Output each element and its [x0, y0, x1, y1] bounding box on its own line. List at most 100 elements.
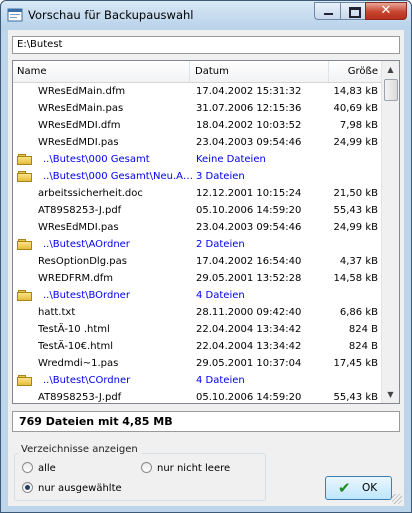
column-header-date[interactable]: Datum — [190, 61, 329, 82]
row-name: hatt.txt — [38, 307, 76, 318]
row-date: 3 Dateien — [196, 171, 245, 182]
radio-label: nur ausgewählte — [38, 483, 122, 494]
row-date: 17.04.2002 15:31:32 — [196, 86, 302, 97]
row-size: 824 B — [348, 324, 378, 335]
row-date: 23.04.2003 09:54:46 — [196, 222, 302, 233]
title-bar[interactable]: Vorschau für Backupauswahl ✕ — [1, 1, 411, 29]
file-row[interactable]: WResEdMDI.pas 23.04.2003 09:54:46 24,99 kB — [13, 219, 382, 236]
folder-row[interactable]: ..\Butest\COrdner 4 Dateien — [13, 372, 382, 389]
row-name: ..\Butest\000 Gesamt — [43, 154, 150, 165]
row-name: ..\Butest\000 Gesamt\Neu.An... — [43, 171, 198, 182]
row-size: 40,69 kB — [333, 103, 378, 114]
vertical-scrollbar[interactable]: ▲ ▼ — [381, 61, 399, 403]
row-name: AT89S8253-J.pdf — [38, 392, 122, 403]
scroll-down-arrow-icon[interactable]: ▼ — [382, 386, 399, 403]
scroll-up-arrow-icon[interactable]: ▲ — [382, 61, 399, 78]
folder-row[interactable]: ..\Butest\AOrdner 2 Dateien — [13, 236, 382, 253]
ok-button-label: OK — [362, 482, 378, 494]
row-date: 22.04.2004 13:34:42 — [196, 324, 302, 335]
row-size: 55,43 kB — [333, 205, 378, 216]
folder-row[interactable]: ..\Butest\000 Gesamt\Neu.An... 3 Dateien — [13, 168, 382, 185]
row-date: 12.12.2001 10:15:24 — [196, 188, 302, 199]
row-date: 2 Dateien — [196, 239, 245, 250]
folder-icon — [17, 239, 33, 250]
file-row[interactable]: Wredmdi~1.pas 29.05.2001 10:37:04 17,45 kB — [13, 355, 382, 372]
scroll-thumb[interactable] — [384, 79, 398, 101]
file-row[interactable]: arbeitssicherheit.doc 12.12.2001 10:15:24… — [13, 185, 382, 202]
radio-dot[interactable] — [22, 462, 33, 473]
row-name: ..\Butest\BOrdner — [43, 290, 130, 301]
file-row[interactable]: ResOptionDlg.pas 17.04.2002 16:54:40 4,37 … — [13, 253, 382, 270]
row-size: 14,58 kB — [333, 273, 378, 284]
row-size: 824 B — [348, 341, 378, 352]
file-row[interactable]: WResEdMDI.pas 23.04.2003 09:54:46 24,99 kB — [13, 134, 382, 151]
file-row[interactable]: AT89S8253-J.pdf 05.10.2006 14:59:20 55,43 … — [13, 389, 382, 403]
row-date: 05.10.2006 14:59:20 — [196, 205, 302, 216]
resize-grip-icon[interactable] — [392, 494, 402, 504]
row-date: 29.05.2001 10:37:04 — [196, 358, 302, 369]
file-row[interactable]: WREDFRM.dfm 29.05.2001 13:52:28 14,58 kB — [13, 270, 382, 287]
filter-group-label: Verzeichnisse anzeigen — [18, 444, 141, 455]
row-date: 17.04.2002 16:54:40 — [196, 256, 302, 267]
row-date: 05.10.2006 14:59:20 — [196, 392, 302, 403]
row-name: Wredmdi~1.pas — [38, 358, 119, 369]
row-name: WResEdMDI.pas — [38, 137, 119, 148]
row-name: ..\Butest\COrdner — [43, 375, 131, 386]
folder-row[interactable]: ..\Butest\BOrdner 4 Dateien — [13, 287, 382, 304]
row-date: 4 Dateien — [196, 375, 245, 386]
file-row[interactable]: TestÄ-10 .html 22.04.2004 13:34:42 824 B — [13, 321, 382, 338]
row-size: 14,83 kB — [333, 86, 378, 97]
window-title: Vorschau für Backupauswahl — [28, 8, 194, 22]
row-size: 24,99 kB — [333, 137, 378, 148]
row-size: 24,99 kB — [333, 222, 378, 233]
row-size: 21,50 kB — [333, 188, 378, 199]
maximize-button[interactable] — [340, 2, 366, 20]
close-icon: ✕ — [380, 3, 392, 18]
column-header-size[interactable]: Größe — [329, 61, 382, 82]
preview-window: Vorschau für Backupauswahl ✕ E:\Butest N… — [0, 0, 412, 513]
file-row[interactable]: TestÄ-10€.html 22.04.2004 13:34:42 824 B — [13, 338, 382, 355]
ok-button[interactable]: ✔ OK — [325, 476, 392, 500]
row-date: Keine Dateien — [196, 154, 266, 165]
checkmark-icon: ✔ — [338, 479, 351, 497]
folder-icon — [17, 171, 33, 182]
radio-dot-selected[interactable] — [22, 482, 33, 493]
file-list[interactable]: Name Datum Größe WResEdMain.dfm 17.04.200… — [12, 60, 400, 404]
file-row[interactable]: WResEdMDI.dfm 18.04.2002 10:03:52 7,98 kB — [13, 117, 382, 134]
dialog-client-area: E:\Butest Name Datum Größe WResEdMain.df… — [8, 30, 404, 506]
list-header: Name Datum Größe — [13, 61, 382, 83]
row-date: 28.11.2000 09:42:40 — [196, 307, 302, 318]
row-name: TestÄ-10€.html — [38, 341, 113, 352]
row-size: 7,98 kB — [339, 120, 378, 131]
row-size: 55,43 kB — [333, 392, 378, 403]
radio-label: nur nicht leere — [157, 463, 231, 474]
row-name: TestÄ-10 .html — [38, 324, 110, 335]
row-name: ..\Butest\AOrdner — [43, 239, 130, 250]
row-date: 29.05.2001 13:52:28 — [196, 273, 302, 284]
file-row[interactable]: WResEdMain.pas 31.07.2006 12:15:36 40,69 k… — [13, 100, 382, 117]
file-row[interactable]: AT89S8253-J.pdf 05.10.2006 14:59:20 55,43 … — [13, 202, 382, 219]
app-window-icon — [7, 8, 23, 22]
file-row[interactable]: WResEdMain.dfm 17.04.2002 15:31:32 14,83 k… — [13, 83, 382, 100]
column-header-name[interactable]: Name — [13, 61, 190, 82]
row-name: ResOptionDlg.pas — [38, 256, 127, 267]
file-row[interactable]: hatt.txt 28.11.2000 09:42:40 6,86 kB — [13, 304, 382, 321]
folder-icon — [17, 154, 33, 165]
row-name: arbeitssicherheit.doc — [38, 188, 143, 199]
row-name: WREDFRM.dfm — [38, 273, 113, 284]
file-rows: WResEdMain.dfm 17.04.2002 15:31:32 14,83 k… — [13, 83, 382, 403]
minimize-button[interactable] — [314, 2, 341, 20]
path-field[interactable]: E:\Butest — [12, 36, 400, 54]
row-size: 4,37 kB — [339, 256, 378, 267]
row-date: 23.04.2003 09:54:46 — [196, 137, 302, 148]
row-date: 31.07.2006 12:15:36 — [196, 103, 302, 114]
row-name: WResEdMain.dfm — [38, 86, 126, 97]
row-size: 17,45 kB — [333, 358, 378, 369]
row-name: WResEdMDI.dfm — [38, 120, 121, 131]
radio-dot[interactable] — [141, 462, 152, 473]
close-button[interactable]: ✕ — [365, 2, 407, 20]
folder-row[interactable]: ..\Butest\000 Gesamt Keine Dateien — [13, 151, 382, 168]
row-size: 6,86 kB — [339, 307, 378, 318]
row-date: 22.04.2004 13:34:42 — [196, 341, 302, 352]
row-name: AT89S8253-J.pdf — [38, 205, 122, 216]
